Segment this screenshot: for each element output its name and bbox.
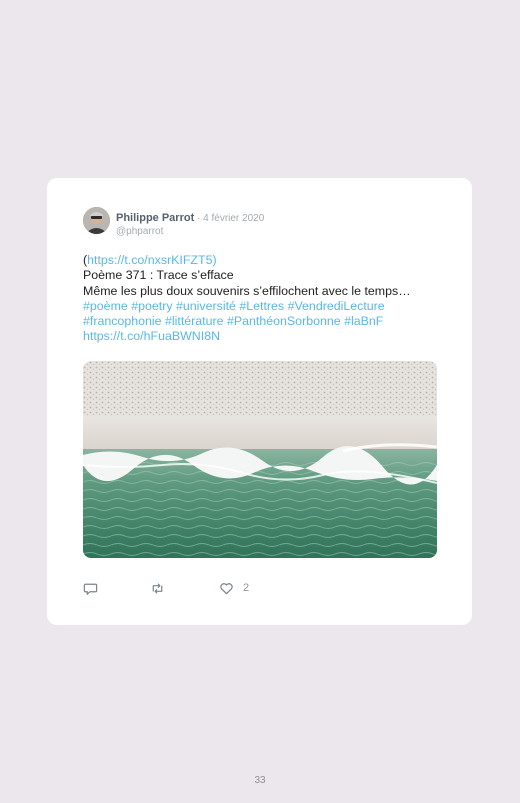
heart-icon <box>219 581 234 596</box>
meta-separator: · <box>194 213 204 224</box>
tweet-text: (https://t.co/nxsrKIFZT5) Poème 371 : Tr… <box>83 253 443 345</box>
poem-title: Poème 371 : Trace s’efface <box>83 268 234 283</box>
tweet-author: Philippe Parrot · 4 février 2020 @phparr… <box>116 207 264 238</box>
hashtags-line-2[interactable]: #francophonie #littérature #PanthéonSorb… <box>83 314 443 329</box>
beach-photo <box>83 361 437 558</box>
retweet-icon <box>150 581 165 596</box>
like-count: 2 <box>243 582 250 594</box>
author-handle[interactable]: @phparrot <box>116 226 264 238</box>
tweet-link-2[interactable]: https://t.co/hFuaBWNI8N <box>83 329 443 344</box>
hashtags-line-1[interactable]: #poème #poetry #université #Lettres #Ven… <box>83 299 443 314</box>
tweet-link-1[interactable]: https://t.co/nxsrKIFZT5 <box>87 253 212 267</box>
poem-excerpt: Même les plus doux souvenirs s’effiloche… <box>83 283 411 298</box>
paren-close: ) <box>212 253 217 267</box>
reply-icon <box>83 581 98 596</box>
retweet-button[interactable] <box>150 580 165 596</box>
page-number: 33 <box>254 775 266 786</box>
tweet-actions: 2 <box>83 580 283 596</box>
like-button[interactable]: 2 <box>219 580 249 596</box>
tweet-card: Philippe Parrot · 4 février 2020 @phparr… <box>47 178 472 625</box>
reply-button[interactable] <box>83 580 98 596</box>
author-name[interactable]: Philippe Parrot <box>116 212 194 224</box>
tweet-date[interactable]: 4 février 2020 <box>203 213 264 224</box>
avatar[interactable] <box>83 207 110 234</box>
tweet-image[interactable] <box>83 361 437 558</box>
